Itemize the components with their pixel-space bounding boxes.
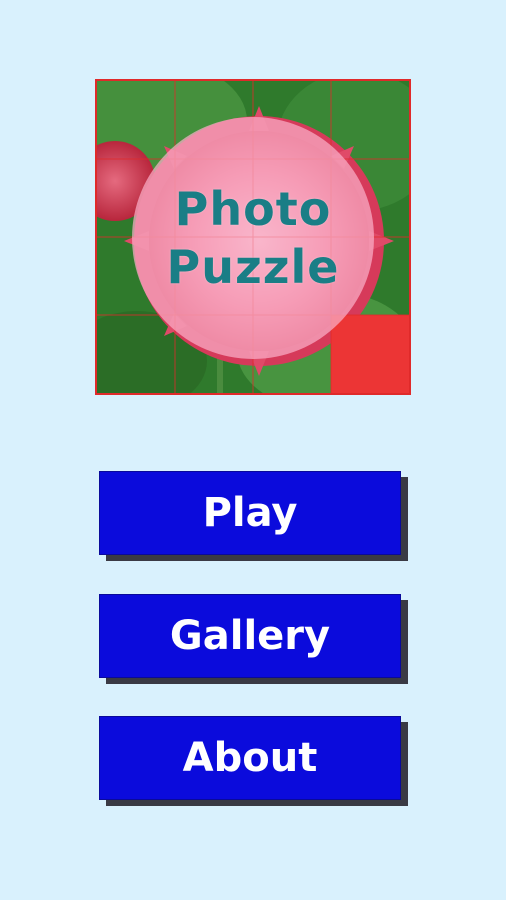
- gallery-button-label: Gallery: [169, 613, 331, 659]
- app-title-line2: Puzzle: [166, 240, 340, 294]
- photo-puzzle-logo: Photo Puzzle: [95, 79, 411, 395]
- app-title: Photo Puzzle: [132, 117, 374, 359]
- play-button-label: Play: [202, 490, 298, 536]
- about-button-label: About: [182, 735, 318, 781]
- main-menu-screen: Photo Puzzle Play Gallery About: [0, 0, 506, 900]
- play-button[interactable]: Play: [99, 471, 401, 555]
- gallery-button[interactable]: Gallery: [99, 594, 401, 678]
- app-title-line1: Photo: [174, 182, 332, 236]
- about-button[interactable]: About: [99, 716, 401, 800]
